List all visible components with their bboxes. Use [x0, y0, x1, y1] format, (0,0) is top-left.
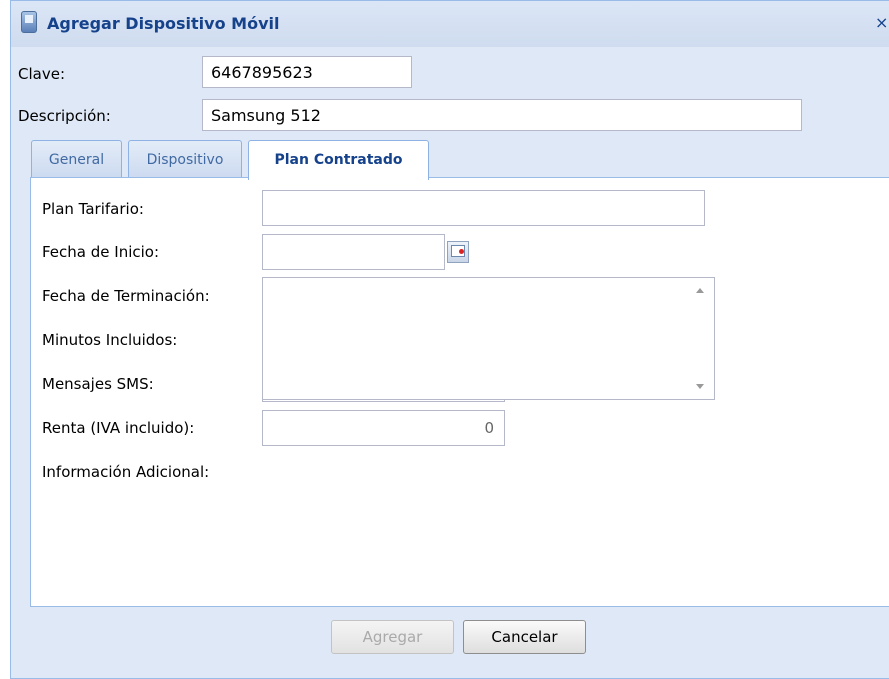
tab-general[interactable]: General	[31, 140, 122, 178]
tab-plan-contratado[interactable]: Plan Contratado	[248, 140, 429, 180]
close-icon[interactable]: ×	[875, 14, 889, 32]
dialog-title: Agregar Dispositivo Móvil	[47, 14, 280, 33]
clave-input[interactable]	[202, 56, 412, 88]
scroll-up-icon[interactable]	[696, 288, 704, 293]
plan-tarifario-input[interactable]	[262, 190, 705, 226]
info-adicional-textarea[interactable]	[262, 277, 715, 400]
scroll-down-icon[interactable]	[696, 384, 704, 389]
cancelar-button[interactable]: Cancelar	[463, 620, 586, 654]
minutos-label: Minutos Incluidos:	[42, 331, 178, 349]
plan-tarifario-label: Plan Tarifario:	[42, 200, 144, 218]
sms-label: Mensajes SMS:	[42, 375, 154, 393]
fecha-inicio-label: Fecha de Inicio:	[42, 243, 160, 261]
mobile-device-icon	[21, 11, 37, 33]
fecha-terminacion-label: Fecha de Terminación:	[42, 287, 210, 305]
add-mobile-device-dialog: Agregar Dispositivo Móvil × Clave: Descr…	[10, 0, 889, 679]
calendar-icon[interactable]	[447, 241, 469, 263]
info-adicional-label: Información Adicional:	[42, 463, 210, 481]
fecha-inicio-input[interactable]	[262, 234, 445, 270]
renta-input[interactable]	[262, 410, 505, 446]
clave-label: Clave:	[18, 65, 65, 83]
agregar-button[interactable]: Agregar	[331, 620, 454, 654]
descripcion-label: Descripción:	[18, 107, 111, 125]
descripcion-input[interactable]	[202, 99, 802, 131]
dialog-titlebar[interactable]: Agregar Dispositivo Móvil ×	[11, 1, 889, 47]
renta-label: Renta (IVA incluido):	[42, 419, 195, 437]
tab-dispositivo[interactable]: Dispositivo	[128, 140, 242, 178]
